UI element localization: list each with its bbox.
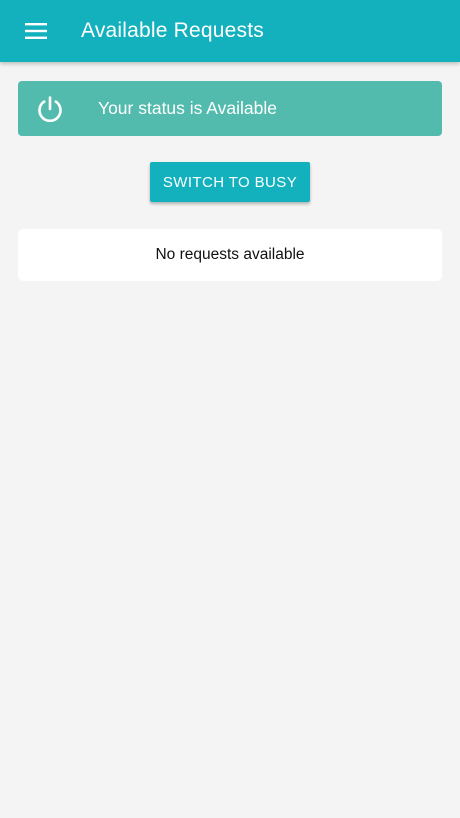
page-title: Available Requests [81, 19, 264, 42]
status-text: Your status is Available [98, 98, 278, 118]
hamburger-menu-icon [25, 23, 47, 39]
app-bar: Available Requests [0, 0, 460, 62]
status-banner: Your status is Available [18, 81, 442, 136]
empty-requests-message: No requests available [155, 246, 305, 263]
power-icon [36, 95, 64, 123]
menu-button[interactable] [14, 10, 58, 52]
requests-card: No requests available [18, 229, 442, 281]
switch-to-busy-button[interactable]: SWITCH TO BUSY [150, 162, 310, 202]
